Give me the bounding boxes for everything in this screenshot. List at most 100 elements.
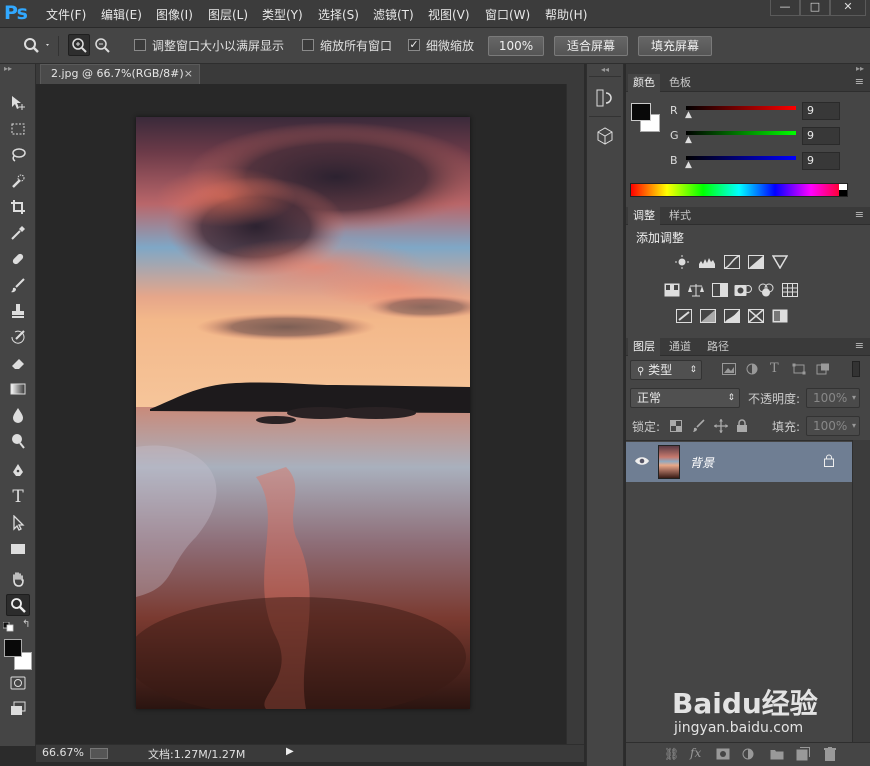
channel-r-slider[interactable] — [686, 106, 796, 110]
new-group-icon[interactable] — [770, 748, 784, 763]
menu-edit[interactable]: 编辑(E) — [101, 6, 142, 23]
collapse-panels-icon[interactable]: ▸▸ — [626, 64, 870, 74]
gradient-map-icon[interactable] — [748, 309, 764, 323]
zoom-tool-icon[interactable] — [6, 594, 30, 616]
tab-layers[interactable]: 图层 — [628, 338, 660, 356]
hand-tool-icon[interactable] — [6, 568, 30, 590]
lock-all-icon[interactable] — [736, 419, 748, 436]
exposure-icon[interactable] — [748, 255, 764, 269]
filter-toggle[interactable] — [852, 361, 860, 377]
color-lookup-icon[interactable] — [782, 283, 798, 297]
menu-type[interactable]: 类型(Y) — [262, 6, 303, 23]
lasso-tool-icon[interactable] — [6, 144, 30, 166]
type-tool-icon[interactable]: T — [6, 486, 30, 508]
hue-saturation-icon[interactable] — [664, 283, 680, 297]
dodge-tool-icon[interactable] — [6, 430, 30, 452]
fill-screen-button[interactable]: 填充屏幕 — [638, 36, 712, 56]
layer-row[interactable]: 背景 — [626, 442, 852, 482]
tab-adjustments[interactable]: 调整 — [628, 207, 660, 225]
channel-r-handle-icon[interactable]: ▲ — [685, 110, 692, 120]
tab-paths[interactable]: 路径 — [702, 338, 734, 356]
lock-transparent-icon[interactable] — [670, 420, 682, 435]
filter-type-icon[interactable]: T — [770, 361, 779, 376]
curves-icon[interactable] — [724, 255, 740, 269]
swap-colors-icon[interactable]: ↰ — [22, 620, 32, 630]
zoom-all-checkbox[interactable] — [302, 39, 314, 51]
actual-pixels-button[interactable]: 100% — [488, 36, 544, 56]
eyedropper-tool-icon[interactable] — [6, 222, 30, 244]
menu-help[interactable]: 帮助(H) — [545, 6, 587, 23]
tab-channels[interactable]: 通道 — [664, 338, 696, 356]
scrubby-zoom-checkbox[interactable]: ✓ — [408, 39, 420, 51]
new-adjustment-icon[interactable] — [742, 748, 756, 763]
vertical-scrollbar[interactable] — [566, 84, 584, 744]
quick-mask-icon[interactable] — [6, 672, 30, 694]
clone-stamp-tool-icon[interactable] — [6, 300, 30, 322]
zoom-in-icon[interactable] — [68, 34, 90, 56]
panel-menu-icon[interactable]: ≡ — [855, 75, 864, 88]
panel-menu-icon[interactable]: ≡ — [855, 208, 864, 221]
blend-mode-dropdown[interactable]: 正常 ⇕ — [630, 388, 740, 408]
invert-icon[interactable] — [676, 309, 692, 323]
crop-tool-icon[interactable] — [6, 196, 30, 218]
history-brush-tool-icon[interactable] — [6, 326, 30, 348]
posterize-icon[interactable] — [700, 309, 716, 323]
channel-g-slider[interactable] — [686, 131, 796, 135]
history-panel-icon[interactable] — [595, 88, 615, 111]
menu-filter[interactable]: 滤镜(T) — [373, 6, 414, 23]
fit-screen-button[interactable]: 适合屏幕 — [554, 36, 628, 56]
healing-brush-tool-icon[interactable] — [6, 248, 30, 270]
quick-selection-tool-icon[interactable] — [6, 170, 30, 192]
menu-layer[interactable]: 图层(L) — [208, 6, 248, 23]
filter-adjustment-icon[interactable] — [746, 363, 758, 378]
channel-mixer-icon[interactable] — [758, 283, 774, 297]
zoom-tool-preset-icon[interactable] — [22, 36, 52, 57]
move-tool-icon[interactable] — [6, 92, 30, 114]
brightness-contrast-icon[interactable] — [674, 255, 690, 269]
tab-color[interactable]: 颜色 — [628, 74, 660, 92]
close-tab-icon[interactable]: × — [184, 65, 193, 83]
filter-smart-object-icon[interactable] — [816, 363, 830, 378]
layer-filter-dropdown[interactable]: ⚲ 类型 ⇕ — [630, 360, 702, 380]
status-menu-arrow-icon[interactable]: ▶ — [286, 746, 294, 757]
layer-name[interactable]: 背景 — [690, 454, 714, 471]
expand-dock-icon[interactable]: ◂◂ — [591, 66, 619, 74]
document-tab[interactable]: 2.jpg @ 66.7%(RGB/8#) × — [40, 64, 200, 84]
resize-windows-checkbox[interactable] — [134, 39, 146, 51]
menu-file[interactable]: 文件(F) — [46, 6, 86, 23]
lock-pixels-icon[interactable] — [692, 419, 706, 436]
path-selection-tool-icon[interactable] — [6, 512, 30, 534]
export-icon[interactable] — [90, 748, 108, 759]
menu-window[interactable]: 窗口(W) — [485, 6, 530, 23]
black-white-icon[interactable] — [712, 283, 728, 297]
channel-r-input[interactable]: 9 — [802, 102, 840, 120]
color-spectrum-bar[interactable] — [630, 183, 848, 197]
channel-g-input[interactable]: 9 — [802, 127, 840, 145]
add-mask-icon[interactable] — [716, 748, 730, 763]
menu-view[interactable]: 视图(V) — [428, 6, 470, 23]
layers-scrollbar[interactable] — [852, 440, 870, 742]
channel-b-handle-icon[interactable]: ▲ — [685, 160, 692, 170]
layer-lock-icon[interactable] — [824, 454, 834, 470]
new-layer-icon[interactable] — [796, 747, 810, 764]
blur-tool-icon[interactable] — [6, 404, 30, 426]
selective-color-icon[interactable] — [772, 309, 788, 323]
channel-g-handle-icon[interactable]: ▲ — [685, 135, 692, 145]
default-colors-icon[interactable] — [2, 621, 15, 632]
menu-image[interactable]: 图像(I) — [156, 6, 193, 23]
restore-button[interactable]: □ — [800, 0, 830, 16]
color-balance-icon[interactable] — [688, 283, 704, 297]
marquee-tool-icon[interactable] — [6, 118, 30, 140]
threshold-icon[interactable] — [724, 309, 740, 323]
fill-input[interactable]: 100% ▾ — [806, 416, 860, 436]
zoom-out-icon[interactable] — [92, 35, 112, 58]
photoshop-logo[interactable]: Ps — [4, 2, 32, 26]
pen-tool-icon[interactable] — [6, 460, 30, 482]
panel-foreground-swatch[interactable] — [631, 103, 651, 121]
fx-icon[interactable]: fx — [690, 746, 701, 760]
rectangle-tool-icon[interactable] — [6, 538, 30, 560]
gradient-tool-icon[interactable] — [6, 378, 30, 400]
sunset-beach-image[interactable] — [136, 117, 470, 709]
lock-position-icon[interactable] — [714, 419, 728, 436]
filter-pixel-icon[interactable] — [722, 363, 736, 378]
